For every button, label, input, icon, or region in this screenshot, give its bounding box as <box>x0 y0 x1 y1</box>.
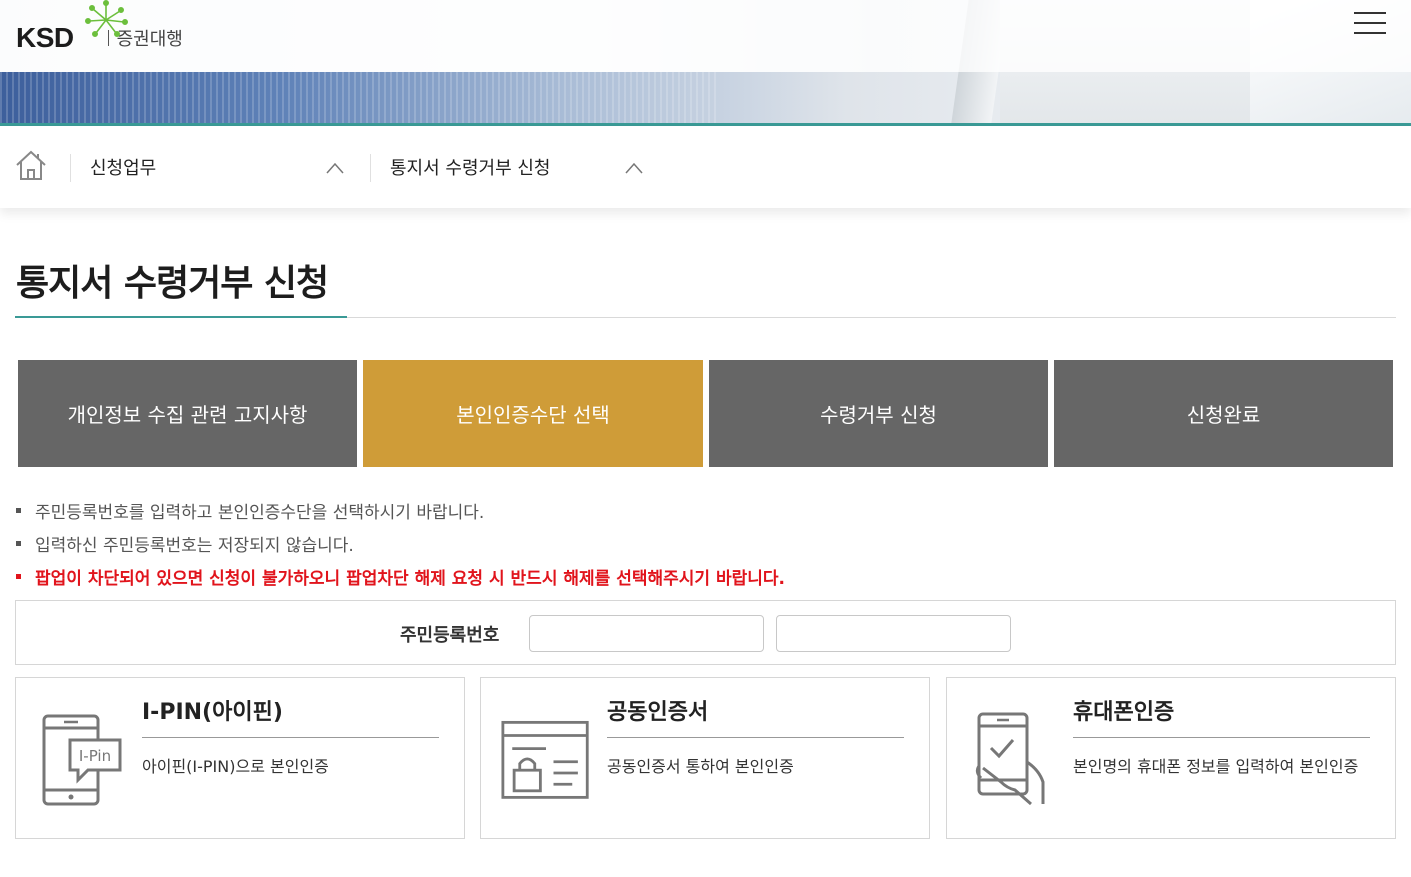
title-accent-bar <box>15 316 347 318</box>
rrn-first-input[interactable] <box>529 615 764 652</box>
breadcrumb: 신청업무 통지서 수령거부 신청 <box>0 126 1411 208</box>
notice-item: 주민등록번호를 입력하고 본인인증수단을 선택하시기 바랍니다. <box>15 494 1395 527</box>
bullet-square <box>16 574 21 579</box>
rrn-form: 주민등록번호 <box>15 600 1396 665</box>
auth-card-title: I-PIN(아이핀) <box>142 700 283 725</box>
notice-item: 입력하신 주민등록번호는 저장되지 않습니다. <box>15 527 1395 560</box>
step-complete: 신청완료 <box>1054 360 1393 467</box>
auth-card-divider <box>142 737 439 738</box>
ipin-phone-icon: I-Pin <box>42 714 122 806</box>
notice-list: 주민등록번호를 입력하고 본인인증수단을 선택하시기 바랍니다. 입력하신 주민… <box>15 494 1395 593</box>
breadcrumb-divider <box>70 154 71 182</box>
step-privacy-notice: 개인정보 수집 관련 고지사항 <box>18 360 357 467</box>
auth-card-desc: 아이핀(I-PIN)으로 본인인증 <box>142 757 329 776</box>
auth-card-ipin[interactable]: I-Pin I-PIN(아이핀) 아이핀(I-PIN)으로 본인인증 <box>15 677 465 839</box>
auth-card-desc: 본인명의 휴대폰 정보를 입력하여 본인인증 <box>1073 757 1359 776</box>
notice-text: 입력하신 주민등록번호는 저장되지 않습니다. <box>35 536 354 556</box>
header-banner: KSD 증권대행 <box>0 0 1411 126</box>
auth-card-desc: 공동인증서 통하여 본인인증 <box>607 757 794 776</box>
chevron-up-icon[interactable] <box>326 162 344 174</box>
breadcrumb-item-current[interactable]: 통지서 수령거부 신청 <box>390 150 550 184</box>
auth-card-divider <box>607 737 904 738</box>
auth-card-title: 공동인증서 <box>607 700 709 725</box>
bullet-square <box>16 508 21 513</box>
logo-burst-icon <box>85 0 128 37</box>
auth-card-divider <box>1073 737 1370 738</box>
logo-text: KSD <box>16 22 74 53</box>
banner-chart-stripes <box>0 72 720 123</box>
rrn-label: 주민등록번호 <box>400 625 500 646</box>
breadcrumb-item-apply[interactable]: 신청업무 <box>90 150 156 184</box>
ipin-badge-text: I-Pin <box>79 747 111 765</box>
ksd-logo[interactable]: KSD 증권대행 <box>16 0 183 58</box>
header-bar <box>0 0 1411 72</box>
hand-phone-check-icon <box>975 712 1045 806</box>
rrn-second-input[interactable] <box>776 615 1011 652</box>
certificate-lock-icon <box>501 720 589 799</box>
notice-warning-text: 팝업이 차단되어 있으면 신청이 불가하오니 팝업차단 해제 요청 시 반드시 … <box>35 569 785 589</box>
hamburger-menu-icon[interactable] <box>1354 12 1388 38</box>
home-icon[interactable] <box>14 148 48 184</box>
bullet-square <box>16 541 21 546</box>
auth-card-mobile[interactable]: 휴대폰인증 본인명의 휴대폰 정보를 입력하여 본인인증 <box>946 677 1396 839</box>
notice-text: 주민등록번호를 입력하고 본인인증수단을 선택하시기 바랍니다. <box>35 503 485 523</box>
breadcrumb-divider <box>370 154 371 182</box>
auth-card-certificate[interactable]: 공동인증서 공동인증서 통하여 본인인증 <box>480 677 930 839</box>
step-refusal-request: 수령거부 신청 <box>709 360 1048 467</box>
step-auth-method: 본인인증수단 선택 <box>363 360 703 467</box>
chevron-up-icon[interactable] <box>625 162 643 174</box>
auth-card-title: 휴대폰인증 <box>1073 700 1175 725</box>
notice-item-warning: 팝업이 차단되어 있으면 신청이 불가하오니 팝업차단 해제 요청 시 반드시 … <box>15 560 1395 593</box>
page-title: 통지서 수령거부 신청 <box>16 263 329 304</box>
